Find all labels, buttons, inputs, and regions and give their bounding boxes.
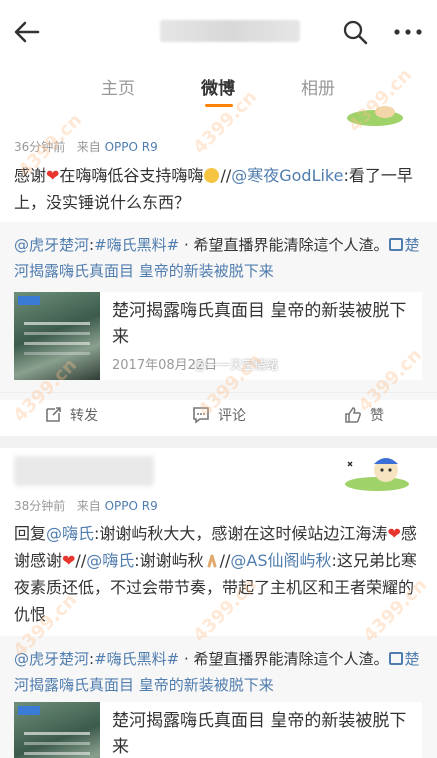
action-bar: 转发 评论 赞 — [0, 392, 437, 436]
smile-emoji-icon — [204, 168, 220, 183]
repost-block[interactable]: @虎牙楚河:#嗨氏黑料# · 希望直播界能清除這个人渣。 楚河揭露嗨氏真面目 皇帝… — [0, 636, 437, 758]
article-thumbnail — [14, 702, 100, 758]
text-segment: // — [219, 551, 231, 570]
mention-link[interactable]: @虎牙楚河 — [14, 650, 89, 668]
more-button[interactable] — [392, 22, 424, 42]
post-meta: 38分钟前 来自 OPPO R9 — [14, 497, 158, 514]
post-source-prefix: 来自 — [76, 140, 101, 154]
thumbs-up-icon — [345, 407, 361, 423]
post-text: 感谢❤在嗨嗨低谷支持嗨嗨//@寒夜GodLike:看了一早上，没实锤说什么东西？ — [14, 162, 426, 216]
repost-label: 转发 — [70, 408, 98, 424]
post-meta: 36分钟前 来自 OPPO R9 — [14, 138, 158, 155]
comment-button[interactable]: 评论 — [192, 405, 246, 425]
page-title-blurred — [160, 20, 300, 42]
heart-icon: ❤ — [62, 551, 76, 570]
thumbnail-content — [24, 322, 90, 325]
post-time: 38分钟前 — [14, 499, 66, 513]
text-segment: 回复 — [14, 524, 47, 543]
post-source[interactable]: OPPO R9 — [105, 499, 158, 513]
top-bar — [0, 0, 437, 62]
image-watermark: @一一天空情绪 — [194, 358, 279, 372]
text-segment: :谢谢屿秋 — [134, 551, 204, 570]
thumbnail-badge — [18, 296, 40, 305]
text-segment: :谢谢屿秋大大，感谢在这时候站边江海涛 — [94, 524, 388, 543]
hashtag-link[interactable]: #嗨氏黑料# — [94, 236, 179, 254]
post-time: 36分钟前 — [14, 140, 66, 154]
thumbnail-badge — [18, 706, 40, 715]
mention-link[interactable]: @AS仙阁屿秋 — [230, 551, 331, 570]
like-label: 赞 — [370, 408, 384, 424]
article-card[interactable]: 楚河揭露嗨氏真面目 皇帝的新装被脱下来 2017年08月22日 @一一天空情绪 — [14, 292, 422, 380]
repost-text: @虎牙楚河:#嗨氏黑料# · 希望直播界能清除這个人渣。 楚河揭露嗨氏真面目 皇帝… — [14, 232, 426, 284]
tab-home[interactable]: 主页 — [101, 74, 135, 99]
avatar-blurred — [14, 456, 154, 486]
post-source-prefix: 来自 — [76, 499, 101, 513]
heart-icon: ❤ — [387, 524, 401, 543]
like-button[interactable]: 赞 — [344, 405, 384, 425]
article-thumbnail — [14, 292, 100, 380]
repost-text: @虎牙楚河:#嗨氏黑料# · 希望直播界能清除這个人渣。 楚河揭露嗨氏真面目 皇帝… — [14, 646, 426, 698]
mention-link[interactable]: @嗨氏 — [86, 551, 134, 570]
more-dots-icon — [394, 29, 422, 35]
mention-link[interactable]: @虎牙楚河 — [14, 236, 89, 254]
mention-link[interactable]: @嗨氏 — [46, 524, 94, 543]
link-icon — [388, 238, 403, 251]
article-title: 楚河揭露嗨氏真面目 皇帝的新装被脱下来 — [112, 301, 407, 347]
text-segment: 感谢 — [14, 166, 47, 185]
mention-link[interactable]: @寒夜GodLike — [231, 166, 343, 185]
profile-tabs: 主页 微博 相册 — [0, 62, 437, 110]
article-card[interactable]: 楚河揭露嗨氏真面目 皇帝的新装被脱下来 — [14, 702, 422, 758]
article-title: 楚河揭露嗨氏真面目 皇帝的新装被脱下来 — [112, 711, 407, 757]
comment-label: 评论 — [218, 408, 246, 424]
link-icon — [388, 652, 403, 665]
comment-icon — [193, 407, 209, 424]
tab-album[interactable]: 相册 — [301, 74, 335, 99]
cartoon-sticker-icon — [345, 458, 409, 491]
text-segment: // — [220, 166, 232, 185]
text-segment: 在嗨嗨低谷支持嗨嗨 — [59, 166, 204, 185]
pray-emoji-icon — [207, 554, 217, 568]
post-card[interactable]: 36分钟前 来自 OPPO R9 感谢❤在嗨嗨低谷支持嗨嗨 //@寒夜GodLik… — [0, 106, 437, 436]
repost-block[interactable]: @虎牙楚河:#嗨氏黑料# · 希望直播界能清除這个人渣。 楚河揭露嗨氏真面目 皇帝… — [0, 222, 437, 400]
heart-icon: ❤ — [46, 166, 60, 185]
arrow-left-icon — [14, 21, 40, 43]
post-source[interactable]: OPPO R9 — [105, 140, 158, 154]
repost-button[interactable]: 转发 — [44, 405, 98, 425]
text-segment: · 希望直播界能清除這个人渣。 — [179, 650, 389, 668]
thumbnail-content — [24, 732, 90, 735]
post-text: 回复@嗨氏:谢谢屿秋大大，感谢在这时候站边江海涛❤感谢感谢❤//@嗨氏:谢谢屿秋… — [14, 520, 426, 628]
sticker-icon — [347, 106, 403, 126]
post-card[interactable]: 38分钟前 来自 OPPO R9 回复@嗨氏:谢谢屿秋大大，感谢在这时候站边江海… — [0, 448, 437, 758]
tab-weibo[interactable]: 微博 — [201, 74, 235, 99]
search-button[interactable] — [341, 18, 369, 46]
search-icon — [343, 20, 368, 45]
text-segment: · 希望直播界能清除這个人渣。 — [179, 236, 389, 254]
active-tab-indicator — [205, 104, 233, 107]
back-button[interactable] — [12, 17, 42, 47]
repost-icon — [46, 407, 61, 422]
text-segment: // — [75, 551, 87, 570]
hashtag-link[interactable]: #嗨氏黑料# — [94, 650, 179, 668]
